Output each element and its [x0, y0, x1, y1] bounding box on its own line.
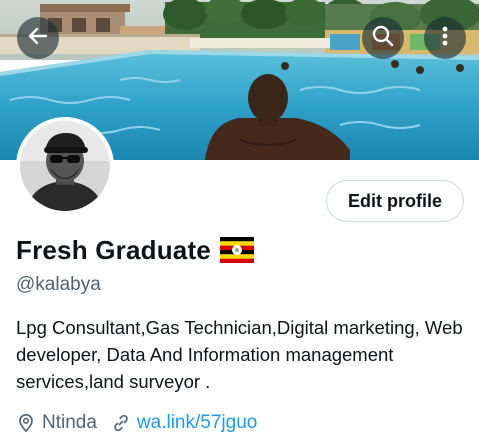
avatar-image	[20, 121, 110, 211]
username-handle: @kalabya	[16, 274, 101, 295]
location-pin-icon	[16, 413, 36, 433]
avatar[interactable]	[16, 117, 114, 215]
more-options-button[interactable]	[424, 17, 466, 59]
arrow-left-icon	[26, 24, 50, 53]
more-vertical-icon	[433, 24, 457, 53]
search-icon	[371, 24, 395, 53]
profile-meta: Ntinda wa.link/57jguo	[16, 410, 257, 436]
uganda-flag-icon	[219, 237, 254, 263]
back-button[interactable]	[17, 17, 59, 59]
website-link[interactable]: wa.link/57jguo	[137, 412, 257, 434]
edit-profile-button[interactable]: Edit profile	[326, 180, 464, 222]
link-icon	[111, 413, 131, 433]
search-button[interactable]	[362, 17, 404, 59]
profile-name-row: Fresh Graduate	[16, 232, 254, 268]
display-name: Fresh Graduate	[16, 234, 211, 265]
profile-bio: Lpg Consultant,Gas Technician,Digital ma…	[16, 317, 463, 392]
location-text: Ntinda	[42, 412, 97, 433]
